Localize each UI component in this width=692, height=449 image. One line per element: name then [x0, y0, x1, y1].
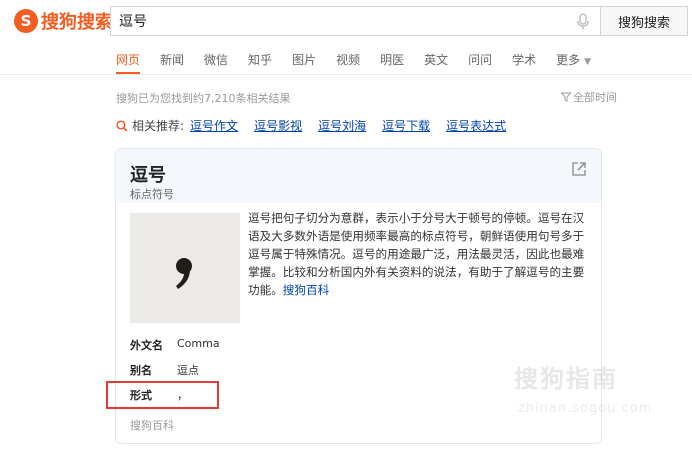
info-row-foreign-name: 外文名 Comma — [130, 337, 220, 353]
tab-academic[interactable]: 学术 — [512, 51, 536, 71]
tab-wechat[interactable]: 微信 — [204, 51, 228, 71]
search-button[interactable]: 搜狗搜索 — [600, 6, 688, 36]
card-source[interactable]: 搜狗百科 — [130, 417, 174, 433]
info-key: 外文名 — [130, 339, 163, 352]
related-link[interactable]: 逗号作文 — [190, 117, 238, 134]
tab-english[interactable]: 英文 — [424, 51, 448, 71]
info-row-alias: 别名 逗点 — [130, 362, 199, 378]
info-value: 逗点 — [177, 364, 199, 377]
search-box — [110, 6, 600, 36]
card-thumbnail[interactable] — [130, 213, 240, 323]
sogou-logo-icon: S — [14, 9, 38, 33]
sogou-logo[interactable]: S 搜狗搜索 — [14, 8, 113, 34]
related-searches: 相关推荐: 逗号作文 逗号影视 逗号刘海 逗号下载 逗号表达式 — [116, 117, 522, 134]
card-title[interactable]: 逗号 — [130, 161, 166, 187]
search-icon — [116, 119, 128, 132]
baike-source-link[interactable]: 搜狗百科 — [283, 283, 329, 297]
related-link[interactable]: 逗号表达式 — [446, 117, 506, 134]
search-tabs: 网页 新闻 微信 知乎 图片 视频 明医 英文 问问 学术 更多 ▼ — [116, 51, 631, 71]
related-link[interactable]: 逗号影视 — [254, 117, 302, 134]
highlight-annotation — [106, 381, 219, 409]
tab-news[interactable]: 新闻 — [160, 51, 184, 71]
card-subtitle: 标点符号 — [130, 188, 174, 201]
watermark: 搜狗指南 zhinan.sogou.com — [514, 359, 651, 416]
comma-glyph-image — [176, 258, 192, 289]
info-key: 别名 — [130, 364, 152, 377]
tab-video[interactable]: 视频 — [336, 51, 360, 71]
tab-web[interactable]: 网页 — [116, 51, 140, 71]
related-label: 相关推荐: — [132, 119, 185, 133]
filter-icon — [561, 92, 571, 102]
related-link[interactable]: 逗号下载 — [382, 117, 430, 134]
sogou-logo-text: 搜狗搜索 — [41, 12, 113, 33]
tab-images[interactable]: 图片 — [292, 51, 316, 71]
tab-more-label: 更多 — [556, 53, 581, 67]
caret-down-icon: ▼ — [584, 57, 592, 67]
tab-medical[interactable]: 明医 — [380, 51, 404, 71]
header-divider — [0, 74, 692, 75]
related-link[interactable]: 逗号刘海 — [318, 117, 366, 134]
info-value: Comma — [177, 337, 220, 350]
tab-wenwen[interactable]: 问问 — [468, 51, 492, 71]
search-input[interactable] — [119, 11, 549, 31]
tab-zhihu[interactable]: 知乎 — [248, 51, 272, 71]
time-filter[interactable]: 全部时间 — [561, 89, 617, 105]
result-count: 搜狗已为您找到约7,210条相关结果 — [116, 92, 291, 105]
watermark-url: zhinan.sogou.com — [518, 401, 653, 416]
tab-more[interactable]: 更多 ▼ — [556, 51, 611, 71]
card-description: 逗号把句子切分为意群，表示小于分号大于顿号的停顿。逗号在汉语及大多数外语是使用频… — [248, 209, 588, 299]
time-filter-label: 全部时间 — [573, 91, 617, 104]
external-link-icon[interactable] — [571, 161, 587, 177]
card-header: 逗号 标点符号 — [116, 149, 601, 203]
watermark-text: 搜狗指南 — [514, 365, 618, 393]
microphone-icon[interactable] — [576, 13, 590, 31]
